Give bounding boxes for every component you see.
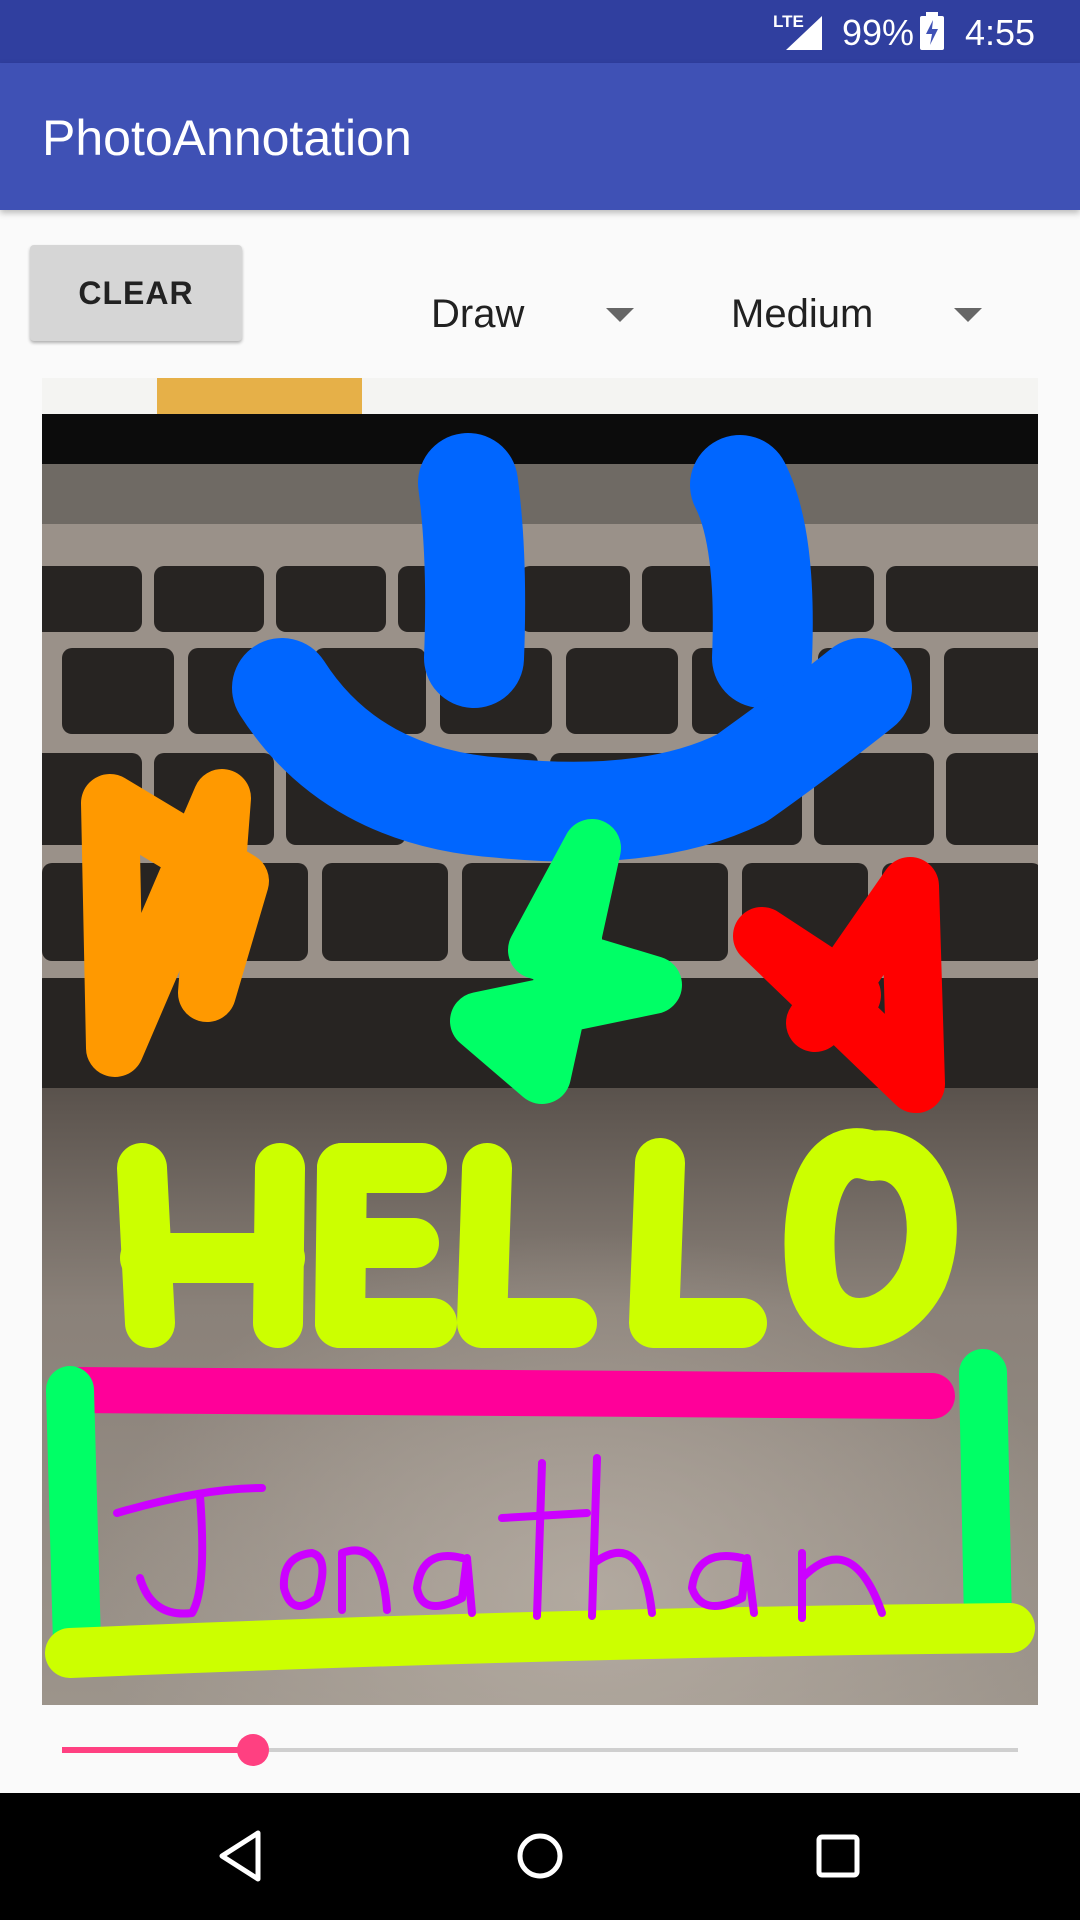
drawing-canvas[interactable] xyxy=(42,378,1038,1705)
pink-underline-drawing xyxy=(49,1367,955,1419)
battery-percent: 99% xyxy=(842,12,915,53)
clock: 4:55 xyxy=(965,12,1036,53)
size-spinner-value: Medium xyxy=(731,292,874,336)
dropdown-arrow-icon xyxy=(606,308,634,322)
app-bar: PhotoAnnotation xyxy=(0,63,1080,210)
slider-thumb[interactable] xyxy=(237,1734,269,1766)
clear-button[interactable]: CLEAR xyxy=(30,245,242,341)
battery-charging-icon xyxy=(920,12,944,55)
size-spinner[interactable]: Medium xyxy=(731,280,991,350)
signal-icon xyxy=(782,14,824,55)
yellow-underline-drawing xyxy=(45,1603,1035,1678)
mode-spinner[interactable]: Draw xyxy=(431,280,651,350)
navigation-bar xyxy=(0,1793,1080,1920)
brush-size-slider[interactable] xyxy=(62,1730,1018,1770)
back-icon[interactable] xyxy=(206,1821,276,1891)
dropdown-arrow-icon xyxy=(954,308,982,322)
app-title: PhotoAnnotation xyxy=(42,110,412,166)
home-icon[interactable] xyxy=(505,1821,575,1891)
status-bar: LTE 99% 4:55 xyxy=(0,0,1080,63)
recents-icon[interactable] xyxy=(803,1821,873,1891)
slider-fill xyxy=(62,1747,253,1753)
mode-spinner-value: Draw xyxy=(431,292,525,336)
